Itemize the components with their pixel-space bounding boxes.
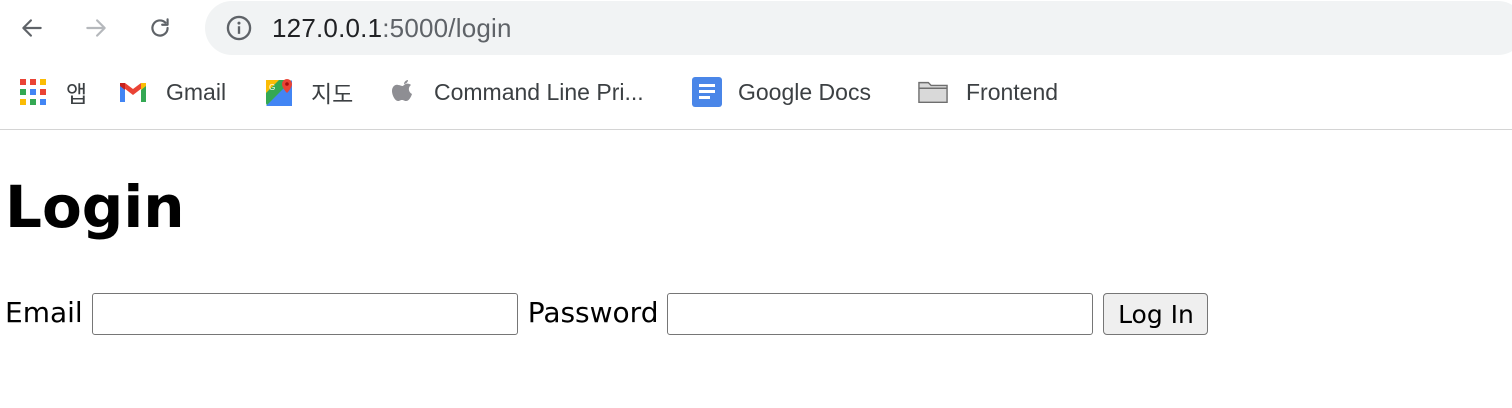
forward-button[interactable]: [78, 10, 114, 46]
reload-button[interactable]: [142, 10, 178, 46]
gmail-icon: [118, 77, 148, 107]
url-host: 127.0.0.1: [272, 13, 383, 43]
apps-grid-icon: [18, 77, 48, 107]
folder-icon: [918, 77, 948, 107]
bookmark-frontend-folder[interactable]: Frontend: [918, 76, 1058, 108]
bookmark-label: 지도: [311, 81, 354, 107]
forward-arrow-icon: [86, 19, 106, 37]
address-bar[interactable]: 127.0.0.1:5000/login: [205, 1, 1512, 55]
reload-icon: [151, 18, 169, 37]
bookmark-label: Google Docs: [738, 78, 871, 105]
bookmark-google-docs[interactable]: Google Docs: [692, 76, 871, 108]
browser-chrome: 127.0.0.1:5000/login 앱 Gmail G 지도 Comman…: [0, 0, 1512, 130]
bookmark-label: Command Line Pri...: [434, 78, 644, 105]
page-title: Login: [5, 173, 185, 241]
password-label: Password: [527, 295, 659, 329]
login-button[interactable]: Log In: [1103, 293, 1209, 335]
bookmark-label: Gmail: [166, 78, 227, 105]
back-arrow-icon: [22, 19, 42, 37]
url-text: 127.0.0.1:5000/login: [272, 13, 512, 44]
bookmarks-bar: 앱 Gmail G 지도 Command Line Pri... Google …: [0, 66, 1512, 118]
back-button[interactable]: [14, 10, 50, 46]
bookmark-label: Frontend: [966, 78, 1059, 105]
bookmark-maps[interactable]: G 지도: [265, 76, 353, 108]
bookmark-label: 앱: [66, 81, 88, 107]
bookmark-command-line[interactable]: Command Line Pri...: [388, 76, 644, 108]
bookmark-apps[interactable]: 앱: [18, 76, 87, 108]
email-label: Email: [5, 295, 83, 329]
url-path: :5000/login: [382, 13, 512, 43]
login-form: Email Password Log In: [5, 292, 1209, 336]
page-content: Login Email Password Log In: [0, 130, 1512, 408]
svg-text:G: G: [269, 83, 275, 92]
password-field[interactable]: [667, 293, 1094, 335]
email-field[interactable]: [91, 293, 518, 335]
apple-icon: [388, 77, 418, 107]
google-docs-icon: [692, 77, 722, 107]
bookmark-gmail[interactable]: Gmail: [118, 76, 226, 108]
browser-toolbar: 127.0.0.1:5000/login: [0, 0, 1512, 58]
info-icon[interactable]: [225, 14, 253, 42]
maps-icon: G: [265, 77, 295, 107]
